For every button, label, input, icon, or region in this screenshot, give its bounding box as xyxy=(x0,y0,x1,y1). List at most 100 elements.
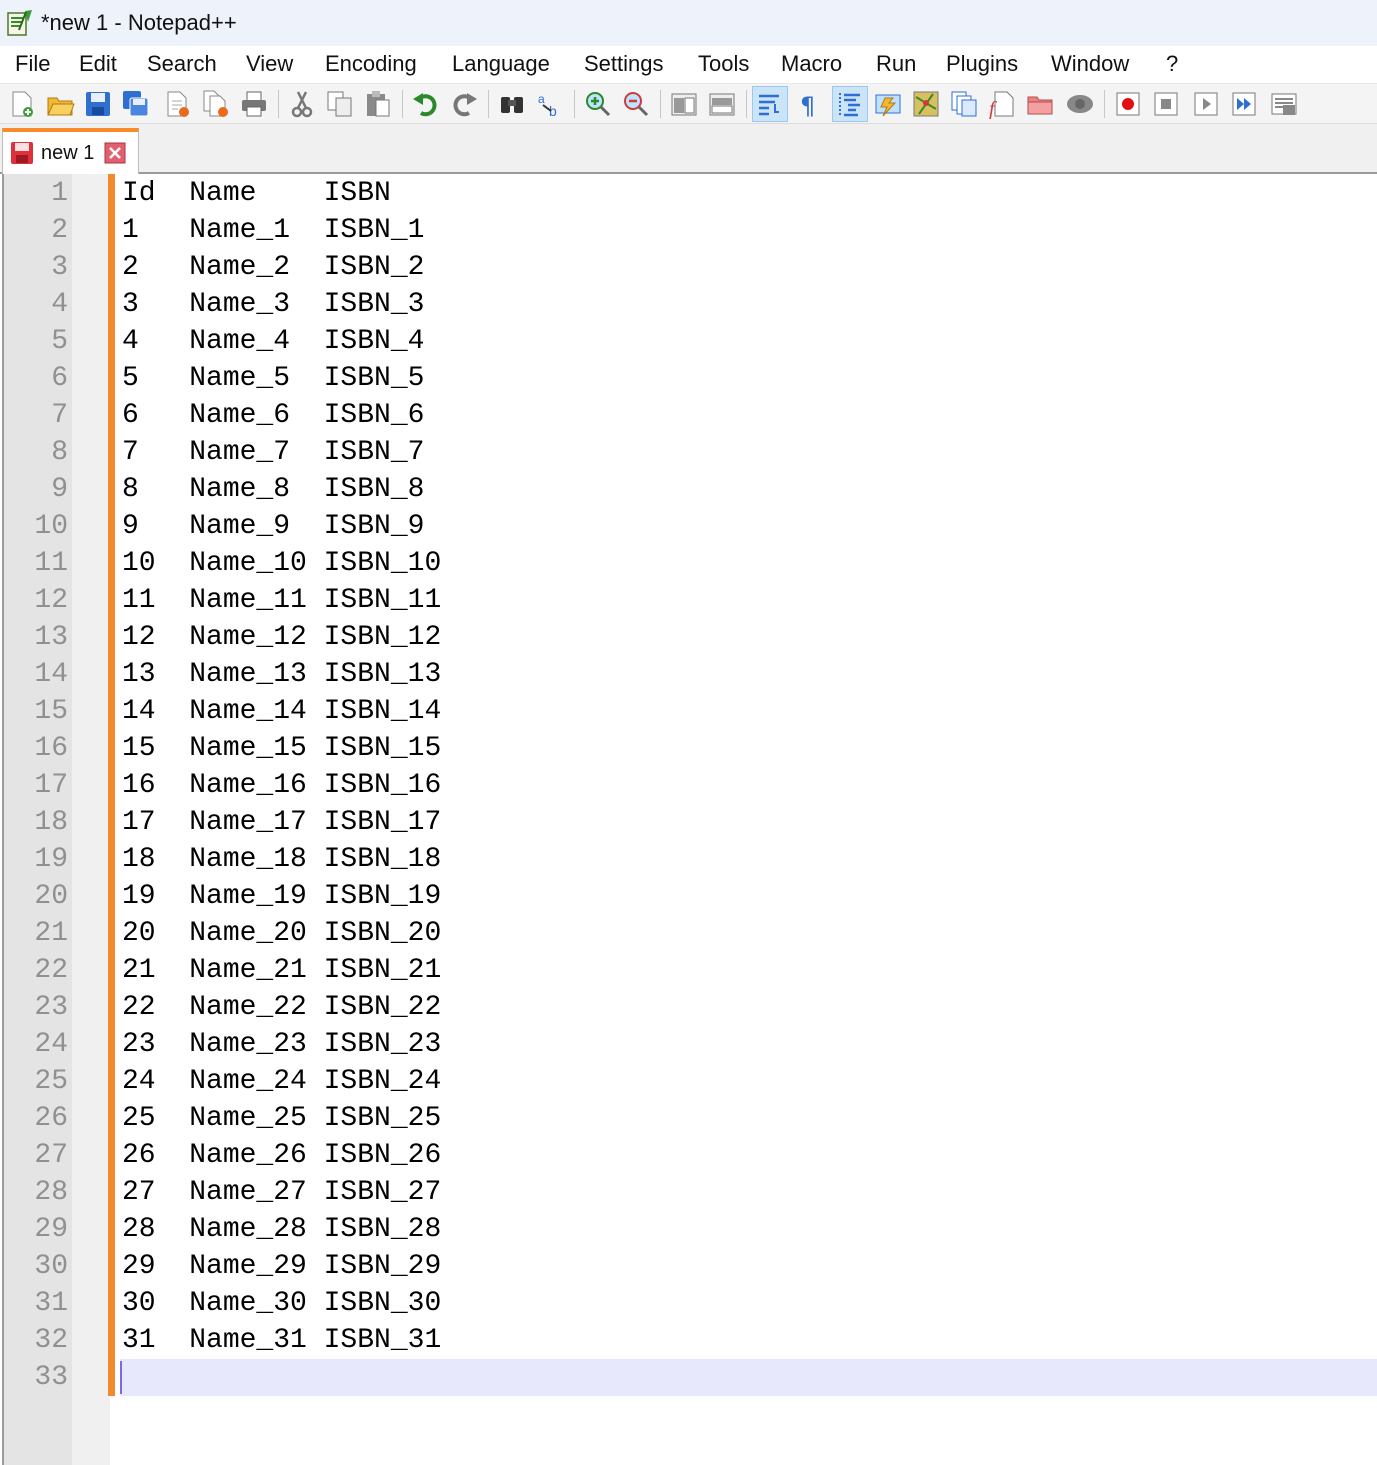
redo-icon[interactable] xyxy=(446,86,482,122)
document-list-icon[interactable] xyxy=(946,86,982,122)
line-number: 21 xyxy=(34,918,68,949)
code-line[interactable]: 28 Name_28 ISBN_28 xyxy=(122,1211,441,1248)
record-macro-icon[interactable] xyxy=(1110,86,1146,122)
folder-as-workspace-icon[interactable] xyxy=(1022,86,1058,122)
code-line[interactable]: 14 Name_14 ISBN_14 xyxy=(122,693,441,730)
line-number: 2 xyxy=(51,215,68,246)
menu-view[interactable]: View xyxy=(244,51,295,77)
line-number: 28 xyxy=(34,1177,68,1208)
code-line[interactable]: 2 Name_2 ISBN_2 xyxy=(122,249,424,286)
replace-icon[interactable]: ab xyxy=(532,86,568,122)
line-number: 27 xyxy=(34,1140,68,1171)
menu-macro[interactable]: Macro xyxy=(779,51,844,77)
menu-language[interactable]: Language xyxy=(450,51,552,77)
monitoring-icon[interactable] xyxy=(1062,86,1098,122)
menu-tools[interactable]: Tools xyxy=(696,51,751,77)
line-number: 17 xyxy=(34,770,68,801)
menu-window[interactable]: Window xyxy=(1049,51,1131,77)
unsaved-file-icon xyxy=(11,142,33,164)
menu-run[interactable]: Run xyxy=(874,51,918,77)
line-number: 30 xyxy=(34,1251,68,1282)
code-line[interactable]: 20 Name_20 ISBN_20 xyxy=(122,915,441,952)
tab-new-1[interactable]: new 1 xyxy=(2,128,139,174)
playback-macro-icon[interactable] xyxy=(1188,86,1224,122)
line-number: 25 xyxy=(34,1066,68,1097)
print-icon[interactable] xyxy=(236,86,272,122)
code-line[interactable]: 8 Name_8 ISBN_8 xyxy=(122,471,424,508)
menu-help[interactable]: ? xyxy=(1164,51,1180,77)
code-line[interactable]: 10 Name_10 ISBN_10 xyxy=(122,545,441,582)
code-line[interactable]: 29 Name_29 ISBN_29 xyxy=(122,1248,441,1285)
menu-plugins[interactable]: Plugins xyxy=(944,51,1020,77)
close-icon[interactable] xyxy=(160,86,196,122)
code-line[interactable]: 7 Name_7 ISBN_7 xyxy=(122,434,424,471)
undo-icon[interactable] xyxy=(408,86,444,122)
close-all-icon[interactable] xyxy=(198,86,234,122)
code-line[interactable]: 30 Name_30 ISBN_30 xyxy=(122,1285,441,1322)
code-line[interactable]: 9 Name_9 ISBN_9 xyxy=(122,508,424,545)
save-icon[interactable] xyxy=(80,86,116,122)
zoom-in-icon[interactable] xyxy=(580,86,616,122)
code-line[interactable]: 3 Name_3 ISBN_3 xyxy=(122,286,424,323)
code-line[interactable]: 4 Name_4 ISBN_4 xyxy=(122,323,424,360)
code-line[interactable]: 6 Name_6 ISBN_6 xyxy=(122,397,424,434)
editor-pane[interactable]: 1 Id Name ISBN 2 1 Name_1 ISBN_1 3 2 Name_2 I… xyxy=(2,174,1377,1465)
save-all-icon[interactable] xyxy=(118,86,154,122)
word-wrap-icon[interactable] xyxy=(752,86,788,122)
document-map-icon[interactable] xyxy=(908,86,944,122)
toolbar-separator xyxy=(746,90,747,118)
menu-encoding[interactable]: Encoding xyxy=(323,51,419,77)
menu-search[interactable]: Search xyxy=(145,51,219,77)
code-line[interactable]: 31 Name_31 ISBN_31 xyxy=(122,1322,441,1359)
line-number: 31 xyxy=(34,1288,68,1319)
sync-horizontal-icon[interactable] xyxy=(704,86,740,122)
tab-close-icon[interactable] xyxy=(104,142,126,164)
indent-guide-icon[interactable] xyxy=(832,86,868,122)
paste-icon[interactable] xyxy=(360,86,396,122)
zoom-out-icon[interactable] xyxy=(618,86,654,122)
code-line[interactable]: 26 Name_26 ISBN_26 xyxy=(122,1137,441,1174)
code-line[interactable]: 12 Name_12 ISBN_12 xyxy=(122,619,441,656)
code-line[interactable]: 27 Name_27 ISBN_27 xyxy=(122,1174,441,1211)
menu-settings[interactable]: Settings xyxy=(582,51,666,77)
menu-edit[interactable]: Edit xyxy=(77,51,119,77)
user-defined-language-icon[interactable] xyxy=(870,86,906,122)
code-line[interactable]: 1 Name_1 ISBN_1 xyxy=(122,212,424,249)
code-line[interactable]: 17 Name_17 ISBN_17 xyxy=(122,804,441,841)
menu-file[interactable]: File xyxy=(13,51,52,77)
code-line[interactable]: 25 Name_25 ISBN_25 xyxy=(122,1100,441,1137)
change-history-bar xyxy=(108,174,115,1396)
code-line[interactable]: 5 Name_5 ISBN_5 xyxy=(122,360,424,397)
toolbar: ab ¶ f xyxy=(0,84,1377,124)
line-number: 4 xyxy=(51,289,68,320)
sync-vertical-icon[interactable] xyxy=(666,86,702,122)
code-line[interactable]: 22 Name_22 ISBN_22 xyxy=(122,989,441,1026)
new-file-icon[interactable] xyxy=(4,86,40,122)
code-line[interactable]: 23 Name_23 ISBN_23 xyxy=(122,1026,441,1063)
find-icon[interactable] xyxy=(494,86,530,122)
code-line[interactable]: 13 Name_13 ISBN_13 xyxy=(122,656,441,693)
code-line[interactable]: 18 Name_18 ISBN_18 xyxy=(122,841,441,878)
code-line[interactable]: 19 Name_19 ISBN_19 xyxy=(122,878,441,915)
save-macro-icon[interactable] xyxy=(1266,86,1302,122)
code-line[interactable]: 16 Name_16 ISBN_16 xyxy=(122,767,441,804)
line-number: 10 xyxy=(34,511,68,542)
line-number: 8 xyxy=(51,437,68,468)
line-number: 16 xyxy=(34,733,68,764)
cut-icon[interactable] xyxy=(284,86,320,122)
code-line[interactable]: 15 Name_15 ISBN_15 xyxy=(122,730,441,767)
function-list-icon[interactable]: f xyxy=(984,86,1020,122)
toolbar-separator xyxy=(278,90,279,118)
open-file-icon[interactable] xyxy=(42,86,78,122)
stop-recording-icon[interactable] xyxy=(1148,86,1184,122)
line-number: 12 xyxy=(34,585,68,616)
line-number: 11 xyxy=(34,548,68,579)
line-number: 20 xyxy=(34,881,68,912)
show-all-characters-icon[interactable]: ¶ xyxy=(790,86,826,122)
run-macro-multiple-icon[interactable] xyxy=(1226,86,1262,122)
copy-icon[interactable] xyxy=(322,86,358,122)
code-line[interactable]: 24 Name_24 ISBN_24 xyxy=(122,1063,441,1100)
code-line[interactable]: 11 Name_11 ISBN_11 xyxy=(122,582,441,619)
code-line[interactable]: 21 Name_21 ISBN_21 xyxy=(122,952,441,989)
code-line[interactable]: Id Name ISBN xyxy=(122,175,391,212)
